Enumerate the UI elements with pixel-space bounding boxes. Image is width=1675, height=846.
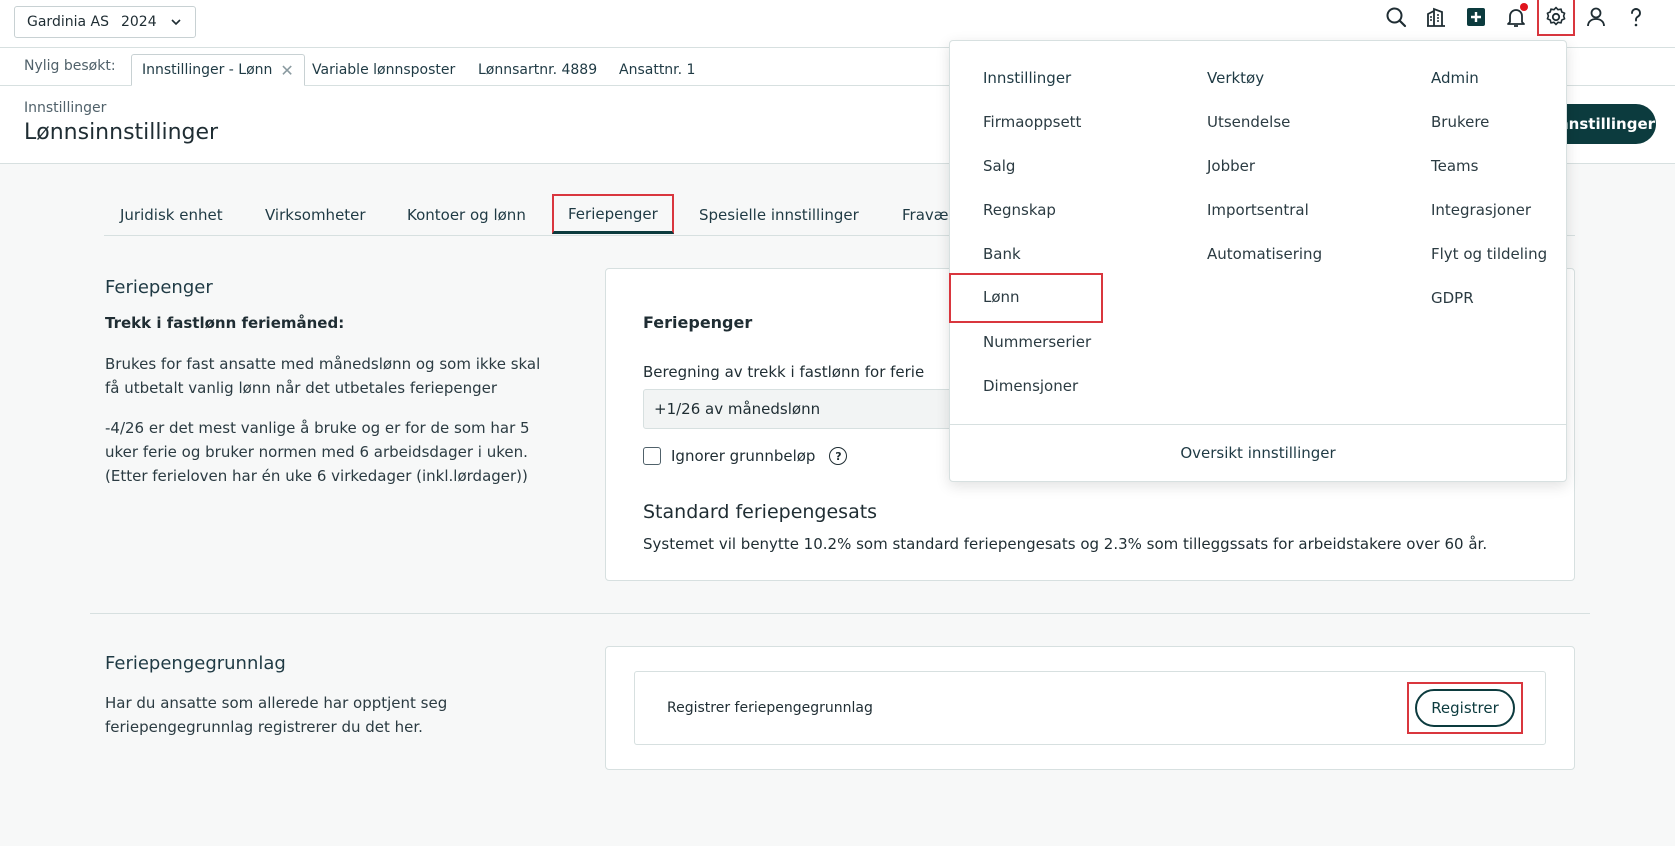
plus-square-icon[interactable] — [1459, 0, 1493, 34]
register-button[interactable]: Registrer — [1415, 689, 1515, 727]
menu-item-firmaoppsett[interactable]: Firmaoppsett — [983, 113, 1081, 131]
recent-tab-label: Innstillinger - Lønn — [142, 62, 273, 78]
tab-kontoer-og-lonn[interactable]: Kontoer og lønn — [407, 194, 526, 236]
card-title: Feriepenger — [643, 313, 753, 332]
recent-tab-label: Variable lønnsposter — [312, 62, 456, 78]
section-title-feriepenger: Feriepenger — [105, 277, 213, 298]
grunnlag-description: Har du ansatte som allerede har opptjent… — [105, 694, 448, 736]
question-icon[interactable]: ? — [829, 447, 848, 465]
menu-item-gdpr[interactable]: GDPR — [1431, 289, 1474, 307]
menu-item-dimensjoner[interactable]: Dimensjoner — [983, 377, 1078, 395]
recent-tab-variable-lonnsposter[interactable]: Variable lønnsposter — [302, 54, 465, 86]
menu-item-automatisering[interactable]: Automatisering — [1207, 245, 1322, 263]
standard-sats-text: Systemet vil benytte 10.2% som standard … — [643, 535, 1488, 553]
menu-item-integrasjoner[interactable]: Integrasjoner — [1431, 201, 1531, 219]
company-name: Gardinia AS — [27, 14, 109, 30]
user-icon[interactable] — [1579, 0, 1613, 34]
page-title: Lønnsinnstillinger — [24, 120, 219, 145]
menu-item-salg[interactable]: Salg — [983, 157, 1015, 175]
field-label: Beregning av trekk i fastlønn for ferie — [643, 363, 925, 381]
notification-dot — [1520, 3, 1528, 11]
section-description: Brukes for fast ansatte med månedslønn o… — [105, 355, 541, 397]
recent-tab-label: Ansattnr. 1 — [619, 62, 696, 78]
tab-virksomheter[interactable]: Virksomheter — [265, 194, 366, 236]
menu-item-regnskap[interactable]: Regnskap — [983, 201, 1056, 219]
tab-juridisk-enhet[interactable]: Juridisk enhet — [120, 194, 223, 236]
recent-tab-label: Lønnsartnr. 4889 — [478, 62, 598, 78]
checkbox-label: Ignorer grunnbeløp — [671, 447, 816, 465]
grunnlag-row: Registrer feriepengegrunnlag Registrer — [634, 671, 1546, 745]
search-icon[interactable] — [1379, 0, 1413, 34]
company-year: 2024 — [120, 14, 157, 30]
menu-heading-admin: Admin — [1431, 69, 1479, 87]
ignorer-grunnbelop-checkbox[interactable] — [643, 447, 661, 465]
grunnlag-row-label: Registrer feriepengegrunnlag — [667, 700, 873, 716]
gear-icon[interactable] — [1537, 0, 1575, 36]
grunnlag-card: Registrer feriepengegrunnlag Registrer — [605, 646, 1575, 770]
menu-item-jobber[interactable]: Jobber — [1207, 157, 1255, 175]
settings-menu: Innstillinger Firmaoppsett Salg Regnskap… — [949, 40, 1567, 482]
help-icon[interactable] — [1619, 0, 1653, 34]
recent-tab-ansattnr[interactable]: Ansattnr. 1 — [609, 54, 705, 86]
menu-item-lonn[interactable]: Lønn — [949, 273, 1103, 323]
tab-spesielle-innstillinger[interactable]: Spesielle innstillinger — [699, 194, 859, 236]
building-icon[interactable] — [1419, 0, 1453, 34]
recently-visited-label: Nylig besøkt: — [24, 58, 116, 74]
section-subtitle: Trekk i fastlønn feriemåned: — [105, 314, 345, 332]
company-selector[interactable]: Gardinia AS 2024 — [14, 6, 196, 38]
menu-item-brukere[interactable]: Brukere — [1431, 113, 1489, 131]
close-icon[interactable]: ✕ — [280, 61, 293, 80]
bell-icon[interactable] — [1499, 0, 1533, 34]
register-button-highlight: Registrer — [1407, 682, 1523, 734]
trekk-select[interactable]: +1/26 av månedslønn — [643, 389, 963, 429]
ignorer-grunnbelop-row: Ignorer grunnbeløp ? — [643, 447, 848, 465]
menu-item-utsendelse[interactable]: Utsendelse — [1207, 113, 1290, 131]
chevron-down-icon — [171, 19, 181, 26]
tab-fravaer[interactable]: Fravær — [902, 194, 955, 236]
recent-tab-innstillinger-lonn[interactable]: Innstillinger - Lønn ✕ — [131, 54, 305, 86]
section-title-grunnlag: Feriepengegrunnlag — [105, 653, 286, 674]
breadcrumb[interactable]: Innstillinger — [24, 100, 106, 116]
tab-feriepenger[interactable]: Feriepenger — [552, 194, 674, 234]
menu-divider — [950, 424, 1566, 425]
section-divider — [90, 613, 1590, 614]
menu-item-nummerserier[interactable]: Nummerserier — [983, 333, 1091, 351]
menu-heading-verktoy: Verktøy — [1207, 69, 1265, 87]
menu-heading-innstillinger: Innstillinger — [983, 69, 1072, 87]
trekk-select-value: +1/26 av månedslønn — [654, 400, 821, 418]
standard-sats-heading: Standard feriepengesats — [643, 501, 878, 523]
section-description-2: -4/26 er det mest vanlige å bruke og er … — [105, 419, 530, 485]
menu-item-teams[interactable]: Teams — [1431, 157, 1478, 175]
menu-item-flyt-og-tildeling[interactable]: Flyt og tildeling — [1431, 245, 1547, 263]
recent-tab-lonnsartnr[interactable]: Lønnsartnr. 4889 — [468, 54, 607, 86]
menu-item-importsentral[interactable]: Importsentral — [1207, 201, 1309, 219]
menu-item-bank[interactable]: Bank — [983, 245, 1021, 263]
menu-footer-link[interactable]: Oversikt innstillinger — [950, 444, 1566, 462]
